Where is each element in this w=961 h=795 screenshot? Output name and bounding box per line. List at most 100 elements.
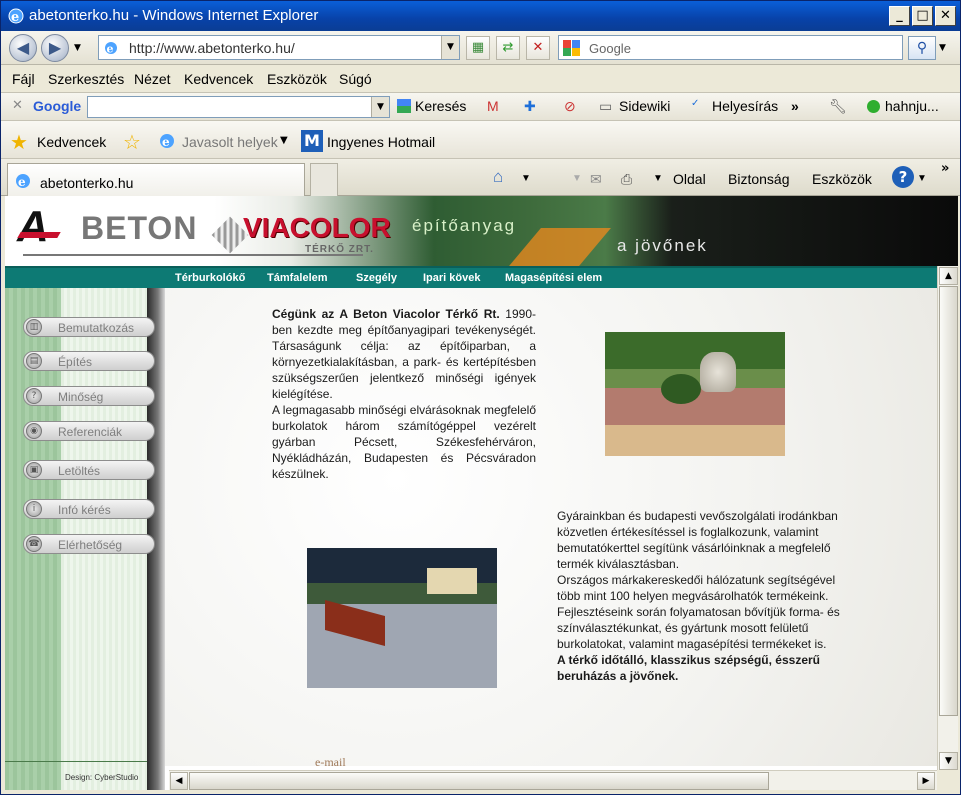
search-dropdown-icon[interactable]: ▼ bbox=[939, 43, 946, 53]
ie-logo-icon: e bbox=[8, 8, 24, 25]
safety-menu[interactable]: Biztonság bbox=[728, 171, 789, 187]
sidebar-item-elerhetoseg[interactable]: ☎ Elérhetőség bbox=[23, 534, 155, 554]
design-credit[interactable]: Design: CyberStudio bbox=[65, 773, 138, 782]
building-icon: ▥ bbox=[26, 319, 42, 335]
spellcheck-button[interactable]: Helyesírás bbox=[712, 98, 778, 114]
more-commands-icon[interactable]: » bbox=[941, 161, 949, 176]
google-search-button[interactable]: Keresés bbox=[415, 98, 466, 114]
sidebar-item-minoseg[interactable]: ? Minőség bbox=[23, 386, 155, 406]
garden-photo bbox=[605, 332, 785, 456]
close-button[interactable]: ✕ bbox=[935, 6, 956, 26]
add-favorite-icon[interactable]: ☆ bbox=[123, 130, 141, 154]
google-user[interactable]: hahnju... bbox=[885, 98, 939, 114]
scroll-up-icon[interactable]: ▲ bbox=[939, 267, 958, 285]
email-link[interactable]: e-mail bbox=[315, 755, 346, 766]
home-dropdown-icon[interactable]: ▼ bbox=[521, 173, 531, 184]
nav-ipari-kovek[interactable]: Ipari kövek bbox=[423, 272, 480, 284]
forward-button[interactable]: ▶ bbox=[41, 34, 69, 62]
phone-icon: ☎ bbox=[26, 536, 42, 552]
print-icon[interactable]: ⎙ bbox=[621, 171, 632, 188]
bench bbox=[325, 599, 385, 647]
title-bar: e abetonterko.hu - Windows Internet Expl… bbox=[1, 1, 960, 31]
nav-magasepitesi[interactable]: Magasépítési elem bbox=[505, 272, 602, 284]
favorites-bar: ★ Kedvencek ☆ e Javasolt helyek ▼ M Ingy… bbox=[1, 121, 960, 159]
google-search-input[interactable]: ▼ bbox=[87, 96, 390, 118]
suggested-sites-button[interactable]: Javasolt helyek bbox=[182, 134, 278, 150]
nav-szegely[interactable]: Szegély bbox=[356, 272, 397, 284]
google-g-icon bbox=[397, 99, 411, 113]
page-menu[interactable]: Oldal bbox=[673, 171, 706, 187]
home-icon[interactable]: ⌂ bbox=[493, 167, 503, 187]
hotmail-link[interactable]: Ingyenes Hotmail bbox=[327, 134, 435, 150]
plus-icon[interactable]: ✚ bbox=[524, 98, 536, 115]
suggested-dropdown-icon[interactable]: ▼ bbox=[280, 135, 288, 146]
sidebar-item-referenciak[interactable]: ◉ Referenciák bbox=[23, 421, 155, 441]
search-box[interactable]: Google bbox=[558, 35, 903, 60]
print-dropdown-icon[interactable]: ▼ bbox=[653, 173, 663, 184]
menu-favorites[interactable]: Kedvencek bbox=[184, 71, 253, 87]
mail-icon[interactable]: ✉ bbox=[590, 171, 602, 188]
menu-view[interactable]: Nézet bbox=[134, 71, 171, 87]
sales-paragraph: Gyárainkban és budapesti vevőszolgálati … bbox=[557, 508, 842, 684]
sidewiki-button[interactable]: Sidewiki bbox=[619, 98, 670, 114]
popup-blocker-icon[interactable]: ⊘ bbox=[564, 98, 576, 115]
intro-bold: Cégünk az A Beton Viacolor Térkő Rt. bbox=[272, 307, 500, 321]
menu-help[interactable]: Súgó bbox=[339, 71, 372, 87]
sidebar-item-bemutatkozas[interactable]: ▥ Bemutatkozás bbox=[23, 317, 155, 337]
help-icon[interactable]: ? bbox=[892, 166, 914, 188]
address-toolbar: ◀ ▶ ▼ e http://www.abetonterko.hu/ ▼ ▦ ⇄… bbox=[1, 31, 960, 65]
building bbox=[427, 568, 477, 594]
eye-icon: ◉ bbox=[26, 423, 42, 439]
horizontal-scrollbar[interactable]: ◀ ▶ bbox=[169, 770, 937, 790]
nav-tamfalelem[interactable]: Támfalelem bbox=[267, 272, 328, 284]
window-title: abetonterko.hu - Windows Internet Explor… bbox=[29, 7, 319, 24]
menu-edit[interactable]: Szerkesztés bbox=[48, 71, 124, 87]
tab-abetonterko[interactable]: e abetonterko.hu bbox=[7, 163, 305, 196]
tagline-2: a jövőnek bbox=[617, 236, 708, 255]
scroll-down-icon[interactable]: ▼ bbox=[939, 752, 958, 770]
sidebar-item-info-keres[interactable]: i Infó kérés bbox=[23, 499, 155, 519]
scroll-corner bbox=[937, 770, 958, 790]
minimize-button[interactable]: _ bbox=[889, 6, 910, 26]
gmail-icon[interactable]: M bbox=[487, 98, 499, 114]
scroll-left-icon[interactable]: ◀ bbox=[170, 772, 188, 790]
menu-tools[interactable]: Eszközök bbox=[267, 71, 327, 87]
address-url[interactable]: http://www.abetonterko.hu/ bbox=[129, 40, 295, 56]
stop-icon[interactable]: ✕ bbox=[526, 36, 550, 60]
construction-icon: ▤ bbox=[26, 353, 42, 369]
sidebar-item-epites[interactable]: ▤ Építés bbox=[23, 351, 155, 371]
horizontal-scroll-thumb[interactable] bbox=[189, 772, 769, 790]
help-dropdown-icon[interactable]: ▼ bbox=[917, 173, 927, 184]
toolbar-close-icon[interactable]: ✕ bbox=[12, 98, 23, 113]
favorites-star-icon[interactable]: ★ bbox=[10, 130, 28, 154]
vertical-scroll-thumb[interactable] bbox=[939, 286, 958, 716]
wrench-icon[interactable]: 🔧︎ bbox=[829, 98, 847, 115]
scroll-right-icon[interactable]: ▶ bbox=[917, 772, 935, 790]
nav-terburkolo[interactable]: Térburkolókő bbox=[175, 272, 245, 284]
more-tools-icon[interactable]: » bbox=[791, 98, 799, 114]
rss-dropdown-icon[interactable]: ▼ bbox=[572, 173, 582, 184]
menu-file[interactable]: Fájl bbox=[12, 71, 35, 87]
favorites-button[interactable]: Kedvencek bbox=[37, 134, 106, 150]
sidebar-item-letoltes[interactable]: ▣ Letöltés bbox=[23, 460, 155, 480]
suggested-sites-icon: e bbox=[160, 134, 174, 149]
park-bench-photo bbox=[307, 548, 497, 688]
compatibility-icon[interactable]: ▦ bbox=[466, 36, 490, 60]
address-bar[interactable]: e http://www.abetonterko.hu/ ▼ bbox=[98, 35, 460, 60]
logo-viacolor: VIACOLOR bbox=[243, 212, 391, 243]
sales-text: Gyárainkban és budapesti vevőszolgálati … bbox=[557, 509, 838, 571]
google-search-dropdown-icon[interactable]: ▼ bbox=[371, 97, 389, 117]
sidebar-item-label: Elérhetőség bbox=[58, 538, 123, 552]
search-button[interactable]: ⚲ bbox=[908, 36, 936, 60]
tools-menu[interactable]: Eszközök bbox=[812, 171, 872, 187]
refresh-icon[interactable]: ⇄ bbox=[496, 36, 520, 60]
google-logo: Google bbox=[33, 98, 82, 114]
address-dropdown-icon[interactable]: ▼ bbox=[441, 36, 459, 59]
history-dropdown-icon[interactable]: ▼ bbox=[74, 43, 81, 53]
back-button[interactable]: ◀ bbox=[9, 34, 37, 62]
main-content: Cégünk az A Beton Viacolor Térkő Rt. 199… bbox=[165, 288, 937, 766]
new-tab-button[interactable] bbox=[310, 163, 338, 196]
sidebar-item-label: Bemutatkozás bbox=[58, 321, 135, 335]
vertical-scrollbar[interactable]: ▲ ▼ bbox=[937, 266, 958, 774]
maximize-button[interactable]: □ bbox=[912, 6, 933, 26]
